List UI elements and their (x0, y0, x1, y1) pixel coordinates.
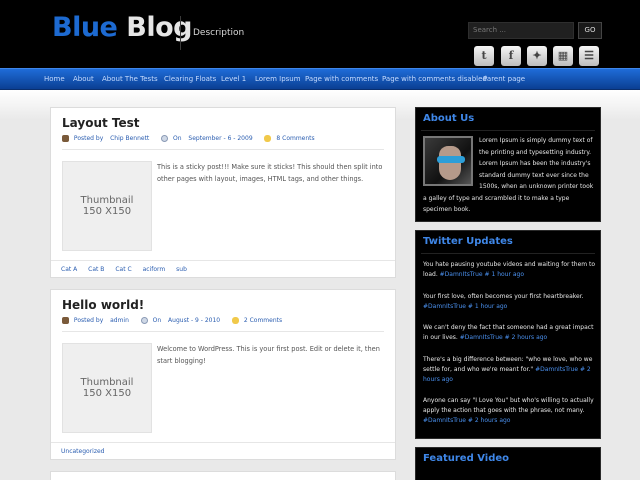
nav-item-lorem-ipsum[interactable]: Lorem Ipsum (255, 75, 301, 83)
nav-item-level-1[interactable]: Level 1 (221, 75, 246, 83)
widget-title: About Us (423, 113, 475, 124)
post-title[interactable]: Hello world! (62, 298, 144, 312)
post-card: Hello world! Posted by admin On August -… (50, 289, 396, 460)
comments-link[interactable]: 2 Comments (244, 317, 282, 324)
digg-icon[interactable]: ▦ (553, 46, 573, 66)
hashtag-link[interactable]: #DamnItsTrue (535, 366, 578, 373)
tweet: Your first love, often becomes your firs… (423, 292, 597, 312)
comments-link[interactable]: 8 Comments (276, 135, 314, 142)
post-categories: Uncategorized (61, 448, 113, 455)
site-logo[interactable]: Blue Blog (52, 12, 192, 43)
author-prefix: Posted by (73, 135, 104, 142)
tweet-time-link[interactable]: # 2 hours ago (468, 417, 511, 424)
widget-title: Twitter Updates (423, 236, 513, 247)
post-footer-divider (51, 260, 395, 261)
user-icon (62, 317, 69, 324)
post-meta: Posted by Chip Bennett On September - 6 … (62, 135, 315, 145)
post-excerpt: This is a sticky post!!! Make sure it st… (157, 163, 383, 183)
about-text: Lorem Ipsum is simply dummy text of the … (423, 137, 594, 213)
post-footer-divider (51, 442, 395, 443)
thumbnail-size: 150 X150 (82, 388, 132, 399)
logo-first-word[interactable]: Blue (52, 12, 118, 43)
site-header: Blue Blog Description Search ... GO t f … (0, 0, 640, 68)
hashtag-link[interactable]: #DamnItsTrue (423, 303, 466, 310)
tweet: Anyone can say "I Love You" but who's wi… (423, 396, 597, 426)
tweet-text: Anyone can say "I Love You" but who's wi… (423, 397, 594, 414)
calendar-icon (161, 135, 169, 142)
comment-icon (231, 317, 239, 324)
thumbnail-label: Thumbnail (80, 195, 134, 206)
calendar-icon (140, 317, 148, 324)
post-thumbnail[interactable]: Thumbnail 150 X150 (62, 343, 152, 433)
about-widget: About Us Lorem Ipsum is simply dummy tex… (415, 107, 601, 222)
logo-divider (180, 16, 181, 50)
hashtag-link[interactable]: #DamnItsTrue (423, 417, 466, 424)
category-link[interactable]: Cat C (115, 266, 131, 273)
widget-divider (421, 253, 595, 254)
post-date: September - 6 - 2009 (188, 135, 253, 142)
tweet-text: Your first love, often becomes your firs… (423, 293, 584, 300)
hashtag-link[interactable]: #DamnItsTrue (440, 271, 483, 278)
post-card (50, 471, 396, 480)
nav-item-parent-page[interactable]: Parent page (483, 75, 525, 83)
post-categories: Cat A Cat B Cat C aciform sub (61, 266, 196, 273)
widget-title: Featured Video (423, 453, 510, 464)
search-button[interactable]: GO (578, 22, 602, 39)
hashtag-link[interactable]: #DamnItsTrue (460, 334, 503, 341)
post-thumbnail[interactable]: Thumbnail 150 X150 (62, 161, 152, 251)
author-link[interactable]: Chip Bennett (110, 135, 149, 142)
delicious-icon[interactable]: ✦ (527, 46, 547, 66)
meta-divider (62, 149, 384, 150)
meta-divider (62, 331, 384, 332)
date-prefix: On (152, 317, 162, 324)
search-input[interactable]: Search ... (468, 22, 574, 39)
author-link[interactable]: admin (110, 317, 129, 324)
main-nav: Home About About The Tests Clearing Floa… (0, 68, 640, 90)
nav-item-clearing-floats[interactable]: Clearing Floats (164, 75, 216, 83)
tweet-time-link[interactable]: # 1 hour ago (485, 271, 524, 278)
tweet: We can't deny the fact that someone had … (423, 323, 597, 343)
category-link[interactable]: aciform (143, 266, 166, 273)
thumbnail-label: Thumbnail (80, 377, 134, 388)
twitter-widget: Twitter Updates You hate pausing youtube… (415, 230, 601, 439)
post-date: August - 9 - 2010 (168, 317, 221, 324)
tweet: There's a big difference between: "who w… (423, 355, 597, 385)
nav-item-page-with-comments[interactable]: Page with comments (305, 75, 378, 83)
rss-icon[interactable]: ☰ (579, 46, 599, 66)
category-link[interactable]: Cat A (61, 266, 77, 273)
nav-item-home[interactable]: Home (44, 75, 65, 83)
tweet: You hate pausing youtube videos and wait… (423, 260, 597, 280)
category-link[interactable]: Uncategorized (61, 448, 104, 455)
author-prefix: Posted by (73, 317, 104, 324)
nav-item-about-the-tests[interactable]: About The Tests (102, 75, 158, 83)
category-link[interactable]: sub (176, 266, 187, 273)
video-widget: Featured Video (415, 447, 601, 480)
category-link[interactable]: Cat B (88, 266, 104, 273)
post-excerpt: Welcome to WordPress. This is your first… (157, 345, 380, 365)
post-title[interactable]: Layout Test (62, 116, 140, 130)
widget-divider (421, 130, 595, 131)
post-card: Layout Test Posted by Chip Bennett On Se… (50, 107, 396, 278)
logo-second-word[interactable]: Blog (126, 12, 192, 43)
nav-item-page-with-comments-disabled[interactable]: Page with comments disabled (382, 75, 487, 83)
tweet-time-link[interactable]: # 1 hour ago (468, 303, 507, 310)
date-prefix: On (173, 135, 182, 142)
nav-item-about[interactable]: About (73, 75, 94, 83)
post-meta: Posted by admin On August - 9 - 2010 2 C… (62, 317, 282, 327)
user-icon (62, 135, 69, 142)
comment-icon (264, 135, 272, 142)
twitter-icon[interactable]: t (474, 46, 494, 66)
thumbnail-size: 150 X150 (82, 206, 132, 217)
tweet-time-link[interactable]: # 2 hours ago (505, 334, 548, 341)
facebook-icon[interactable]: f (501, 46, 521, 66)
site-description: Description (193, 28, 245, 38)
